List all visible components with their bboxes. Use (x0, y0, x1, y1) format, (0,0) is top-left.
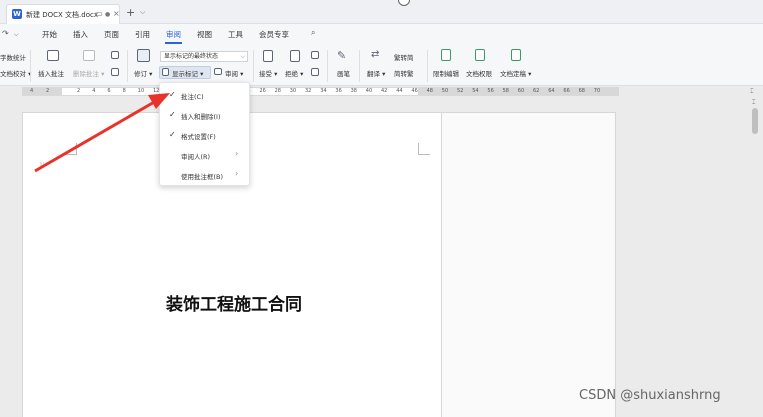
arrow-shaft (34, 99, 157, 173)
annotation-arrow (34, 93, 170, 173)
csdn-watermark: CSDN @shuxianshrng (579, 388, 721, 403)
arrow-head (148, 93, 170, 109)
